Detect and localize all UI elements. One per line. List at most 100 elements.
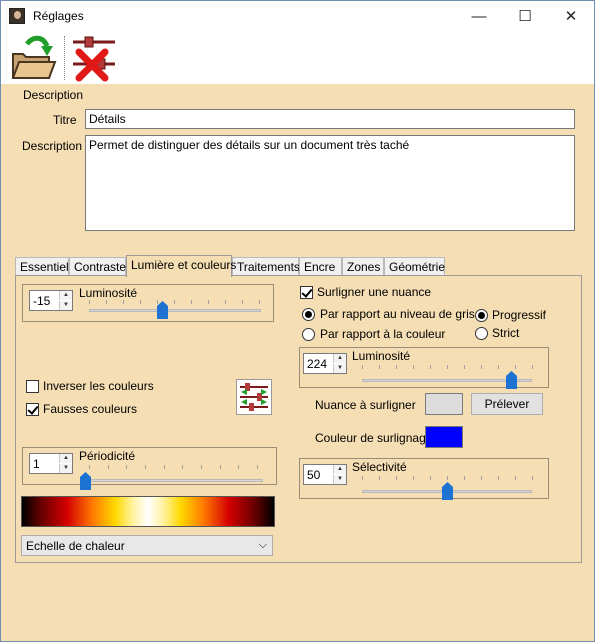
spin-up-icon[interactable]: ▲ xyxy=(333,465,346,474)
delete-setting-button[interactable] xyxy=(69,34,121,82)
surlignage-luminosite-value: 224 xyxy=(307,357,328,371)
slider-tick xyxy=(379,365,380,369)
selectivite-ticks xyxy=(362,476,533,480)
slider-tick xyxy=(430,365,431,369)
slider-tick xyxy=(257,465,258,469)
description-textarea[interactable]: Permet de distinguer des détails sur un … xyxy=(85,135,575,231)
toolbar-separator xyxy=(64,36,65,80)
slider-tick xyxy=(498,365,499,369)
tab-panel-lumiere-couleurs: -15 ▲ ▼ Luminosité Inverser les couleurs… xyxy=(15,275,582,563)
slider-tick xyxy=(362,365,363,369)
slider-tick xyxy=(225,300,226,304)
prelever-button[interactable]: Prélever xyxy=(471,393,543,415)
slider-tick xyxy=(481,365,482,369)
spin-up-icon[interactable]: ▲ xyxy=(59,454,72,463)
app-icon xyxy=(9,8,25,24)
radio-progressif-label[interactable]: Progressif xyxy=(492,308,546,322)
slider-tick xyxy=(430,476,431,480)
fausses-couleurs-checkbox[interactable] xyxy=(26,403,39,416)
slider-tick xyxy=(182,465,184,469)
radio-niveau-gris-label[interactable]: Par rapport au niveau de gris xyxy=(320,307,475,321)
radio-couleur[interactable] xyxy=(302,328,315,341)
chevron-down-icon: ⌵ xyxy=(258,539,267,551)
description-label: Description xyxy=(22,139,83,153)
selectivite-slider-thumb[interactable] xyxy=(441,482,453,500)
selectivite-value: 50 xyxy=(307,468,321,482)
radio-strict[interactable] xyxy=(475,327,488,340)
slider-tick xyxy=(396,365,397,369)
periodicite-track xyxy=(85,479,263,482)
surlignage-luminosite-slider-thumb[interactable] xyxy=(505,371,517,389)
slider-tick xyxy=(481,476,482,480)
title-input[interactable]: Détails xyxy=(85,109,575,129)
slider-tick xyxy=(362,476,363,480)
slider-tick xyxy=(379,476,380,480)
fausses-couleurs-label[interactable]: Fausses couleurs xyxy=(43,402,137,416)
spin-down-icon[interactable]: ▼ xyxy=(59,301,72,310)
slider-tick xyxy=(447,476,448,480)
radio-niveau-gris[interactable] xyxy=(302,308,315,321)
minimize-button[interactable]: — xyxy=(456,1,502,32)
slider-tick xyxy=(191,300,192,304)
palette-select[interactable]: Echelle de chaleur ⌵ xyxy=(21,535,273,556)
apply-button[interactable] xyxy=(7,34,59,82)
slider-tick xyxy=(532,365,533,369)
slider-tick xyxy=(413,365,414,369)
nuance-swatch[interactable] xyxy=(425,393,463,415)
slider-tick xyxy=(515,365,516,369)
selectivite-group: 50 ▲ ▼ Sélectivité xyxy=(299,458,549,500)
surlignage-luminosite-spinbox[interactable]: 224 ▲ ▼ xyxy=(303,353,347,374)
palette-editor-button[interactable] xyxy=(236,379,272,415)
description-heading: Description xyxy=(23,88,84,102)
periodicite-value: 1 xyxy=(33,457,40,471)
window-title: Réglages xyxy=(33,9,84,23)
radio-couleur-label[interactable]: Par rapport à la couleur xyxy=(320,327,445,341)
palette-select-value: Echelle de chaleur xyxy=(26,539,125,553)
spin-down-icon[interactable]: ▼ xyxy=(333,475,346,484)
tab-traitements[interactable]: Traitements xyxy=(232,257,300,276)
luminosite-slider-thumb[interactable] xyxy=(156,301,168,319)
surligner-nuance-checkbox[interactable] xyxy=(300,286,313,299)
slider-adjust-icon xyxy=(240,383,268,411)
slider-tick xyxy=(174,300,175,304)
slider-tick xyxy=(532,476,533,480)
spin-down-icon[interactable]: ▼ xyxy=(59,464,72,473)
close-button[interactable]: ✕ xyxy=(548,1,594,32)
maximize-button[interactable]: ☐ xyxy=(502,1,548,32)
tab-encre[interactable]: Encre xyxy=(299,257,342,276)
selectivite-spinbox[interactable]: 50 ▲ ▼ xyxy=(303,464,347,485)
radio-progressif[interactable] xyxy=(475,309,488,322)
slider-tick xyxy=(107,465,109,469)
tab-essentiel[interactable]: Essentiel xyxy=(15,257,69,276)
slider-tick xyxy=(89,465,90,469)
periodicite-spinbox[interactable]: 1 ▲ ▼ xyxy=(29,453,73,474)
slider-tick xyxy=(123,300,124,304)
tab-lumiere-couleurs[interactable]: Lumière et couleurs xyxy=(126,255,236,277)
slider-delete-icon xyxy=(73,36,115,82)
couleur-surlignage-label: Couleur de surlignage xyxy=(315,431,433,445)
radio-strict-label[interactable]: Strict xyxy=(492,326,519,340)
nuance-label: Nuance à surligner xyxy=(315,398,416,412)
surligner-nuance-label[interactable]: Surligner une nuance xyxy=(317,285,431,299)
luminosite-value: -15 xyxy=(33,294,51,308)
tab-zones[interactable]: Zones xyxy=(342,257,384,276)
spin-up-icon[interactable]: ▲ xyxy=(59,291,72,300)
slider-tick xyxy=(201,465,202,469)
periodicite-slider-thumb[interactable] xyxy=(79,472,91,490)
slider-tick xyxy=(106,300,107,304)
surlignage-luminosite-label: Luminosité xyxy=(352,349,411,363)
title-bar: Réglages — ☐ ✕ xyxy=(1,1,594,32)
spin-up-icon[interactable]: ▲ xyxy=(333,354,346,363)
periodicite-label: Périodicité xyxy=(79,449,136,463)
spin-down-icon[interactable]: ▼ xyxy=(333,364,346,373)
tab-contraste[interactable]: Contraste xyxy=(69,257,126,276)
luminosite-track xyxy=(89,309,261,312)
tab-geometrie[interactable]: Géométrie xyxy=(384,257,445,276)
inverser-couleurs-checkbox[interactable] xyxy=(26,380,39,393)
slider-tick xyxy=(259,300,260,304)
slider-tick xyxy=(242,300,243,304)
surlignage-color-swatch[interactable] xyxy=(425,426,463,448)
luminosite-spinbox[interactable]: -15 ▲ ▼ xyxy=(29,290,73,311)
inverser-couleurs-label[interactable]: Inverser les couleurs xyxy=(43,379,154,393)
settings-window: Réglages — ☐ ✕ Description Titre Détails… xyxy=(0,0,595,642)
